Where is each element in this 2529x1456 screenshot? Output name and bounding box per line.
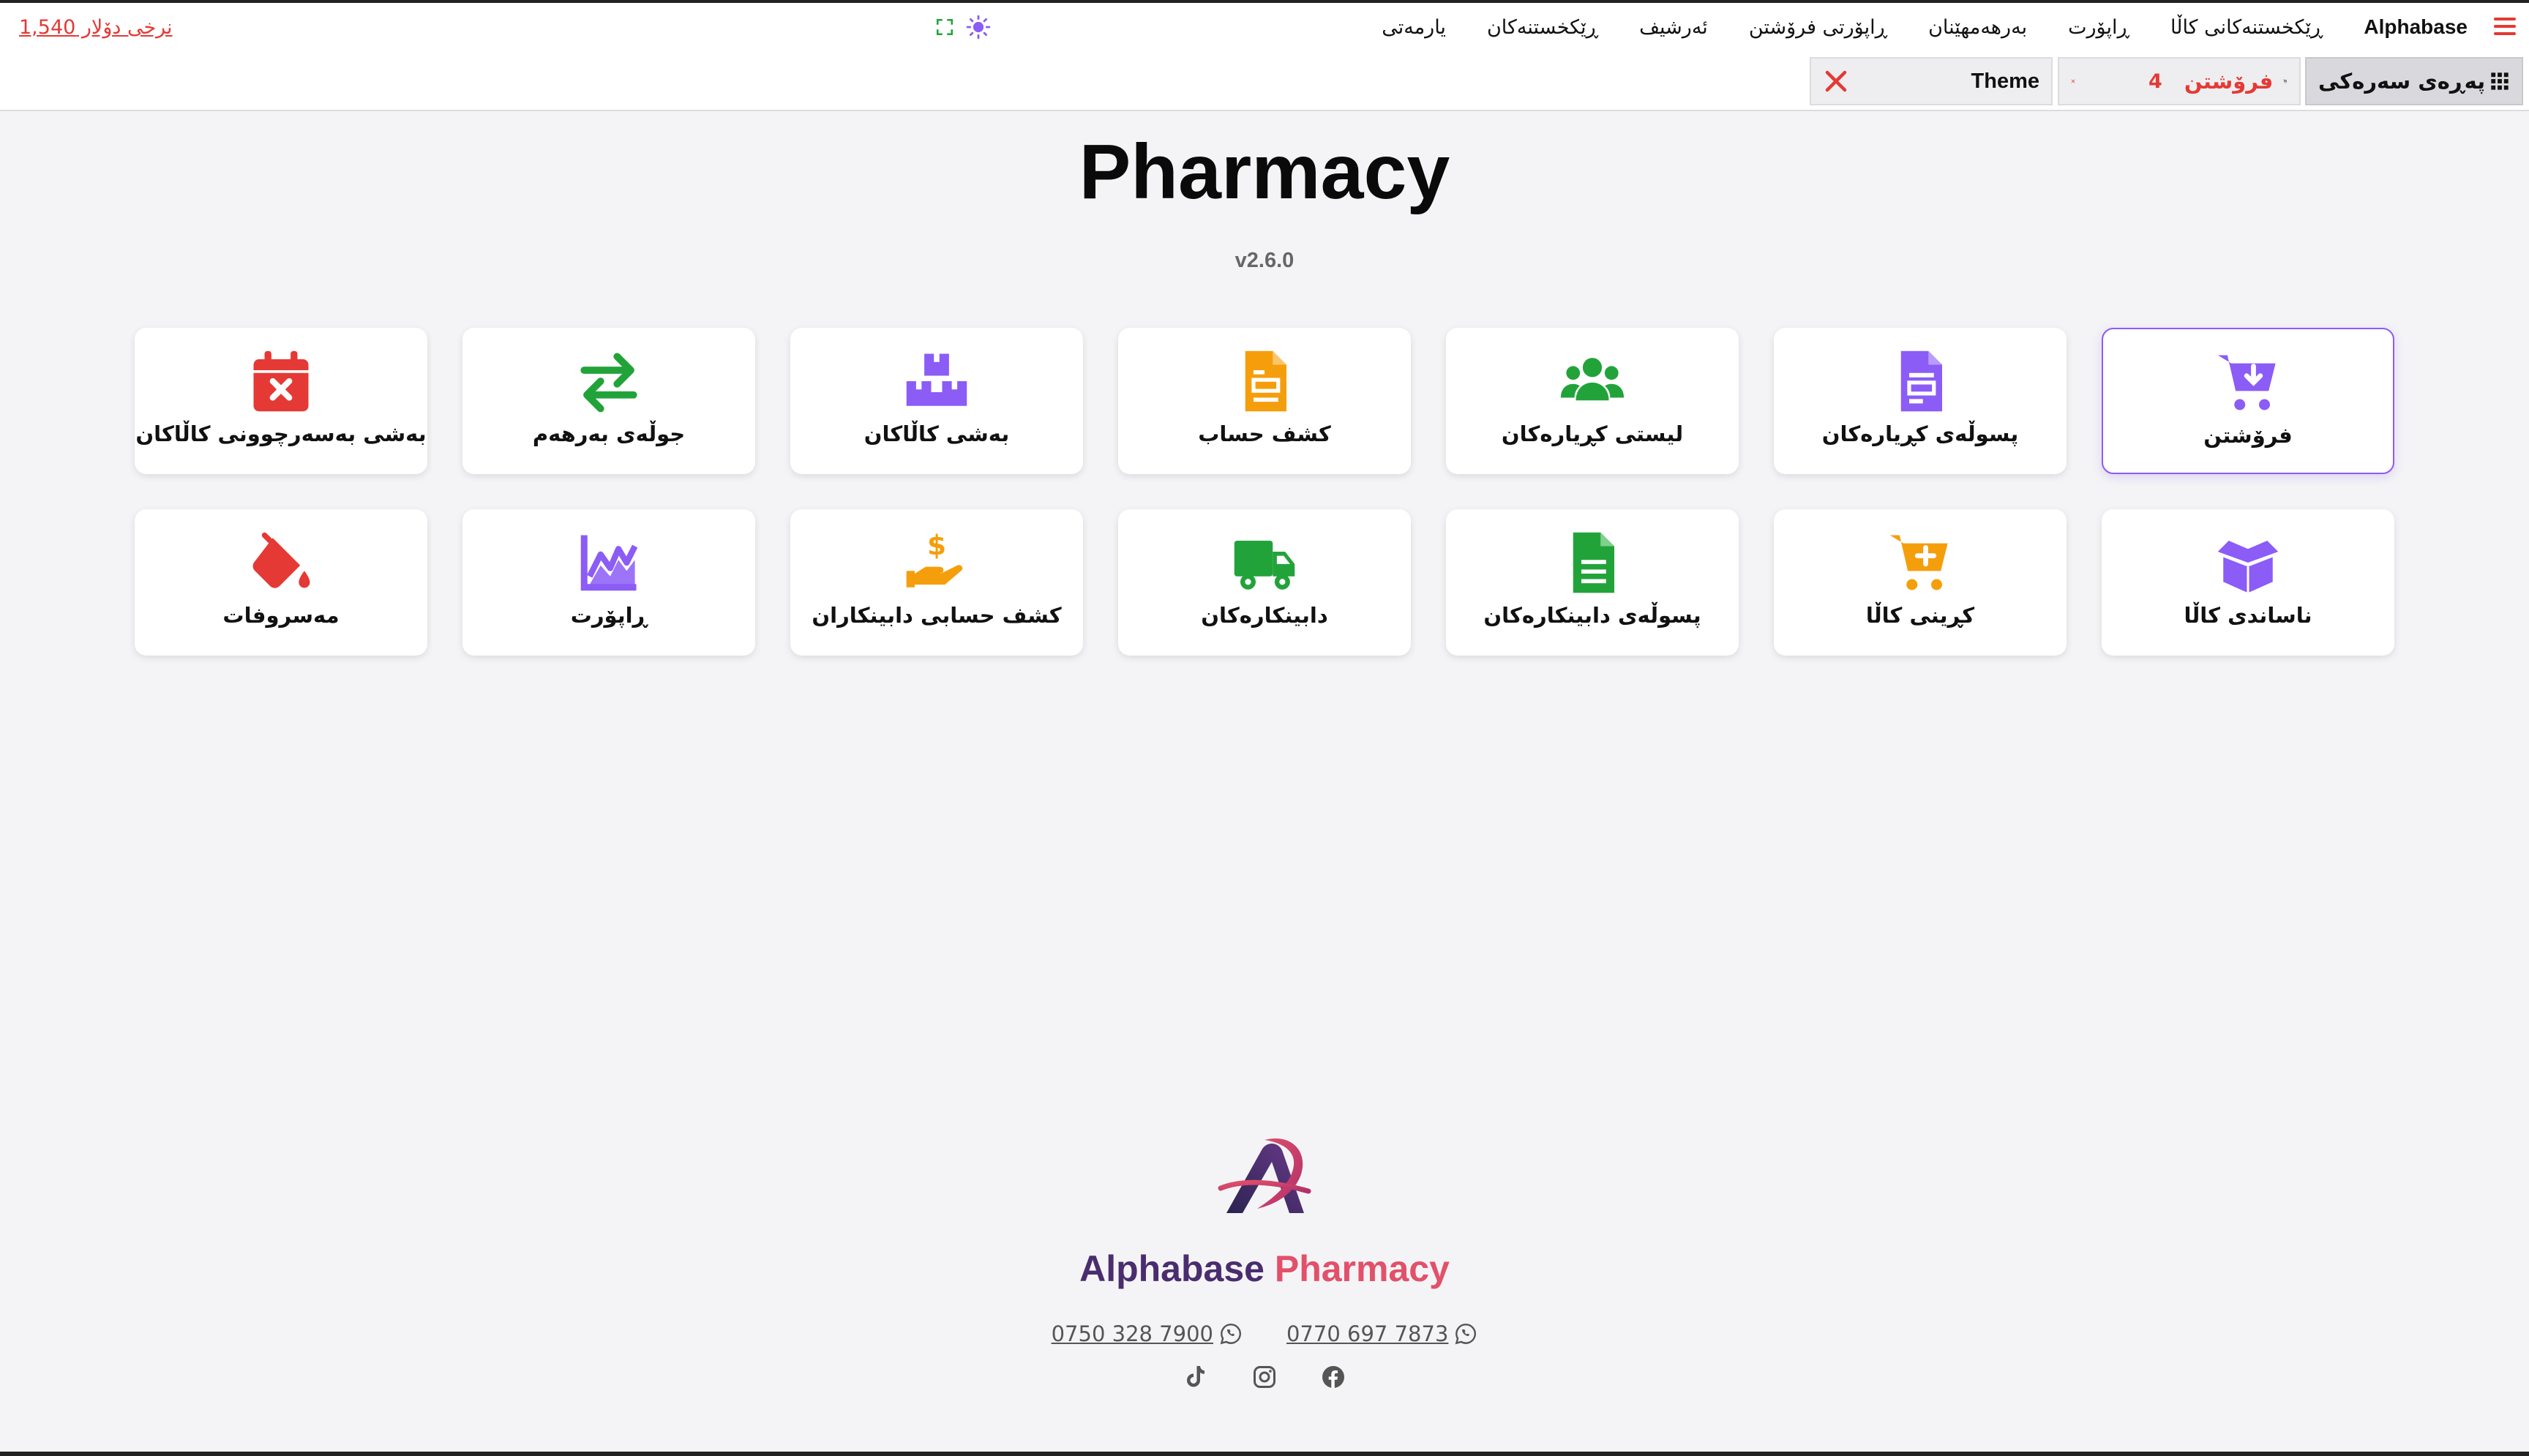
card-label: کشف حساب bbox=[1198, 421, 1331, 446]
svg-text:$: $ bbox=[927, 530, 946, 561]
alphabase-logo bbox=[1218, 1138, 1311, 1213]
card-customer-invoices[interactable]: پسوڵەی کڕیارەکان bbox=[1774, 328, 2067, 474]
transfer-arrows-icon bbox=[580, 353, 637, 413]
nav-links: Alphabase ڕێکخستنەکانی کاڵا ڕاپۆرت بەرهە… bbox=[1382, 3, 2468, 51]
card-label: فرۆشتن bbox=[2203, 423, 2293, 448]
truck-icon bbox=[1234, 541, 1295, 590]
window-frame bbox=[0, 0, 2529, 1456]
version-label: v2.6.0 bbox=[1234, 249, 1295, 272]
document-icon bbox=[1573, 532, 1614, 593]
dollar-rate-link[interactable]: نرخی دۆلار 1,540 bbox=[19, 16, 173, 39]
card-label: ناساندی کاڵا bbox=[2184, 603, 2312, 628]
instagram-icon[interactable] bbox=[1251, 1364, 1278, 1390]
card-supplier-invoices[interactable]: پسوڵەی دابینکارەکان bbox=[1446, 509, 1739, 656]
card-label: کڕینی کاڵا bbox=[1865, 603, 1975, 628]
whatsapp-icon bbox=[1220, 1324, 1241, 1345]
card-label: ڕاپۆرت bbox=[570, 603, 648, 628]
tab-sales-label: فرۆشتن bbox=[2184, 69, 2274, 94]
nav-item-archive[interactable]: ئەرشیف bbox=[1639, 16, 1708, 39]
hamburger-menu-icon[interactable] bbox=[2494, 18, 2516, 37]
chart-line-icon bbox=[580, 535, 638, 591]
card-label: پسوڵەی دابینکارەکان bbox=[1483, 603, 1701, 628]
card-products[interactable]: بەشی کاڵاکان bbox=[790, 328, 1083, 474]
sun-icon[interactable] bbox=[966, 15, 991, 40]
facebook-icon[interactable] bbox=[1320, 1364, 1346, 1390]
boxes-icon bbox=[906, 353, 967, 406]
open-box-icon bbox=[2217, 541, 2279, 593]
card-label: پسوڵەی کڕیارەکان bbox=[1821, 421, 2019, 446]
tab-theme-label: Theme bbox=[1971, 69, 2039, 93]
statement-icon bbox=[1245, 350, 1286, 412]
nav-item-production[interactable]: بەرهەمهێنان bbox=[1928, 16, 2027, 39]
close-icon[interactable] bbox=[2071, 68, 2075, 94]
card-label: مەسروفات bbox=[222, 603, 340, 628]
cart-icon bbox=[2283, 79, 2288, 83]
cart-plus-icon bbox=[1889, 535, 1948, 590]
whatsapp-icon bbox=[1455, 1324, 1477, 1345]
nav-item-help[interactable]: یارمەتی bbox=[1382, 16, 1446, 39]
card-purchase-products[interactable]: کڕینی کاڵا bbox=[1774, 509, 2067, 656]
nav-item-product-settings[interactable]: ڕێکخستنەکانی کاڵا bbox=[2170, 16, 2323, 39]
top-navbar: Alphabase ڕێکخستنەکانی کاڵا ڕاپۆرت بەرهە… bbox=[0, 3, 2529, 53]
footer-brand-part2: Pharmacy bbox=[1274, 1248, 1450, 1289]
card-customer-list[interactable]: لیستی کڕیارەکان bbox=[1446, 328, 1739, 474]
footer-socials bbox=[0, 1364, 2529, 1390]
tab-theme[interactable]: Theme bbox=[1810, 57, 2053, 105]
card-label: کشف حسابی دابینکاران bbox=[812, 603, 1062, 628]
paint-bucket-icon bbox=[252, 532, 310, 588]
card-expenses[interactable]: مەسروفات bbox=[135, 509, 427, 656]
card-label: بەشی بەسەرچوونی کاڵاکان bbox=[135, 421, 427, 446]
card-report[interactable]: ڕاپۆرت bbox=[462, 509, 755, 656]
invoice-icon bbox=[1900, 350, 1942, 412]
fullscreen-icon[interactable] bbox=[935, 18, 954, 37]
nav-brand[interactable]: Alphabase bbox=[2364, 15, 2468, 39]
tab-home-label: پەڕەی سەرەکی bbox=[2318, 69, 2486, 94]
card-account-statement[interactable]: کشف حساب bbox=[1118, 328, 1411, 474]
card-label: لیستی کڕیارەکان bbox=[1501, 421, 1684, 446]
tiktok-icon[interactable] bbox=[1183, 1364, 1209, 1390]
page-title: Pharmacy bbox=[1079, 129, 1450, 215]
tab-sales-count: 4 bbox=[2148, 70, 2162, 93]
card-supplier-statement[interactable]: $ کشف حسابی دابینکاران bbox=[790, 509, 1083, 656]
tab-home[interactable]: پەڕەی سەرەکی bbox=[2305, 57, 2523, 105]
card-product-definition[interactable]: ناساندی کاڵا bbox=[2102, 509, 2394, 656]
footer-brand-part1: Alphabase bbox=[1079, 1248, 1264, 1289]
card-expired-products[interactable]: بەشی بەسەرچوونی کاڵاکان bbox=[135, 328, 427, 474]
calendar-expired-icon bbox=[253, 350, 309, 412]
nav-item-sales-report[interactable]: ڕاپۆرتی فرۆشتن bbox=[1749, 16, 1887, 39]
cart-download-icon bbox=[2217, 355, 2276, 410]
card-label: دابینکارەکان bbox=[1201, 603, 1328, 628]
footer-phones: 0750 328 7900 0770 697 7873 bbox=[0, 1321, 2529, 1346]
phone-link-1[interactable]: 0770 697 7873 bbox=[1286, 1321, 1477, 1346]
tab-sales[interactable]: 4 فرۆشتن bbox=[2058, 57, 2301, 105]
footer-brand: Alphabase Pharmacy bbox=[0, 1247, 2529, 1290]
phone-number: 0770 697 7873 bbox=[1286, 1321, 1449, 1346]
users-icon bbox=[1560, 358, 1625, 401]
card-sales[interactable]: فرۆشتن bbox=[2102, 328, 2394, 474]
nav-item-settings[interactable]: ڕێکخستنەکان bbox=[1487, 16, 1598, 39]
grid-icon bbox=[2491, 72, 2509, 90]
close-icon[interactable] bbox=[1823, 68, 1849, 94]
card-product-movement[interactable]: جوڵەی بەرهەم bbox=[462, 328, 755, 474]
phone-link-2[interactable]: 0750 328 7900 bbox=[1052, 1321, 1243, 1346]
phone-number: 0750 328 7900 bbox=[1051, 1321, 1213, 1346]
hand-dollar-icon: $ bbox=[906, 530, 963, 588]
tab-bar: پەڕەی سەرەکی 4 فرۆشتن Theme bbox=[0, 51, 2529, 111]
card-suppliers[interactable]: دابینکارەکان bbox=[1118, 509, 1411, 656]
nav-item-report[interactable]: ڕاپۆرت bbox=[2068, 16, 2129, 39]
card-label: بەشی کاڵاکان bbox=[863, 421, 1010, 446]
card-label: جوڵەی بەرهەم bbox=[532, 421, 686, 446]
